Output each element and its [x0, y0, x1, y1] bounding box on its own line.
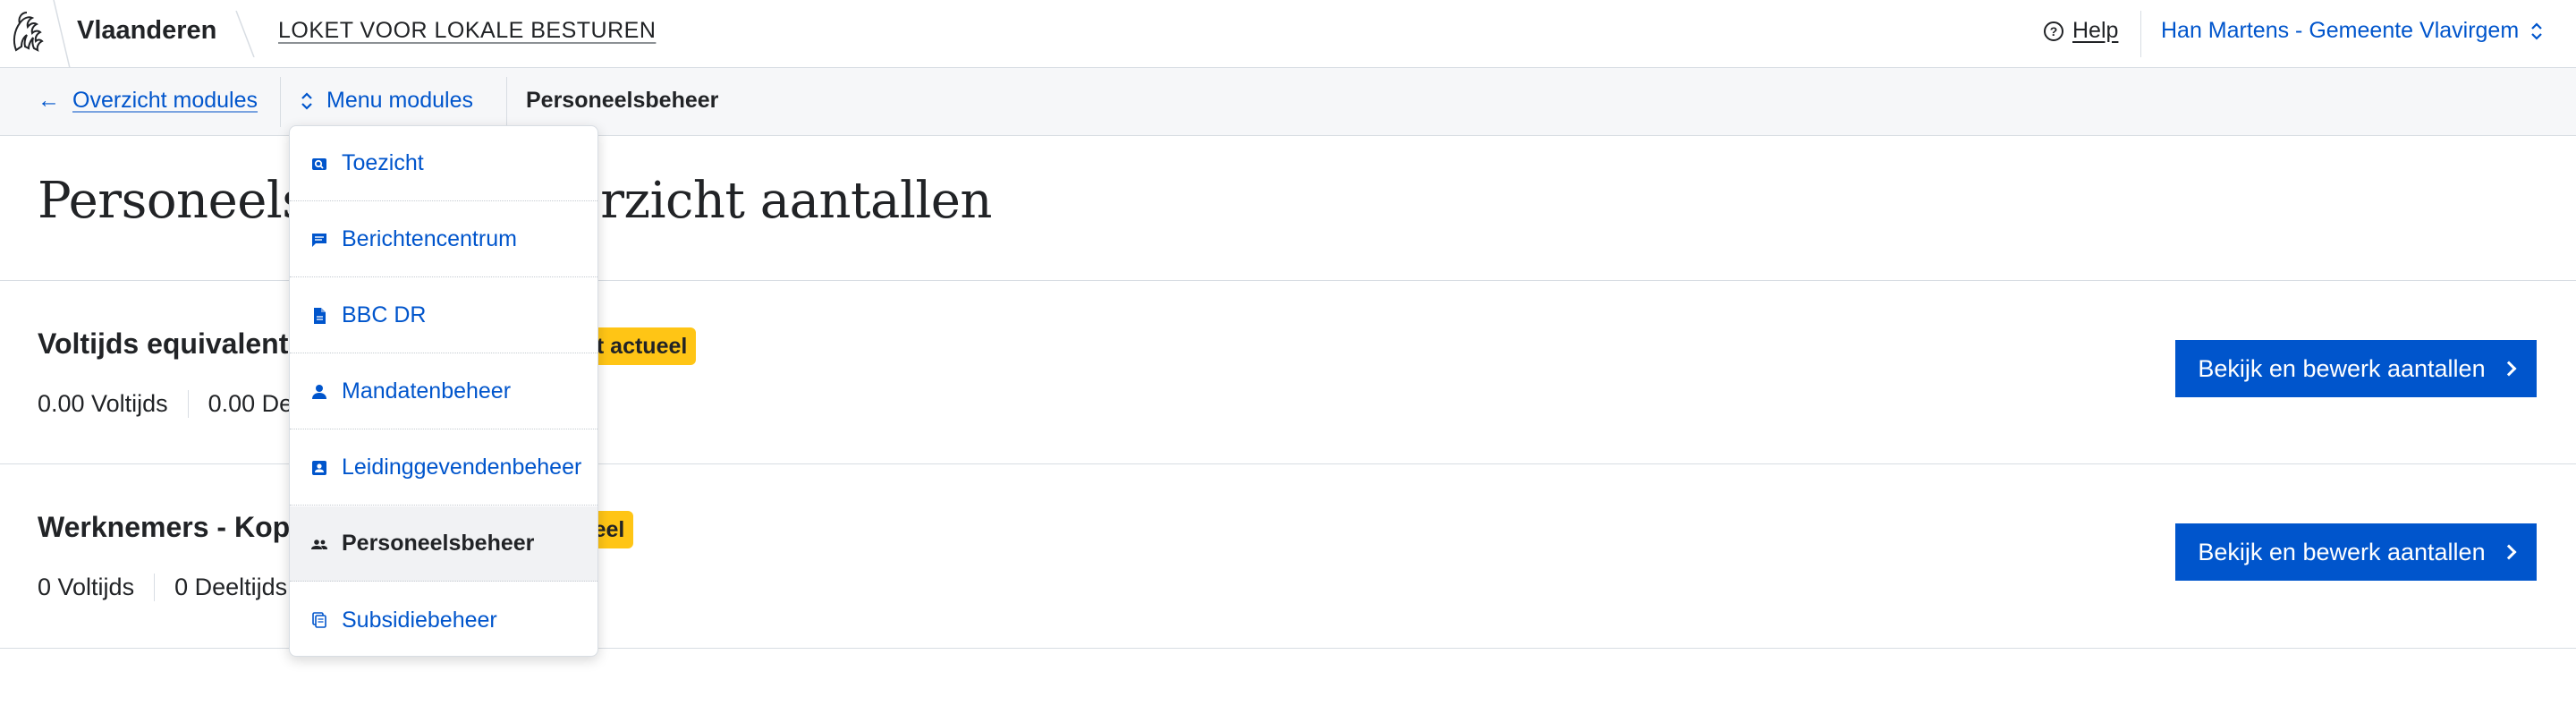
copy-icon [309, 610, 329, 630]
menu-item-subsidiebeheer[interactable]: Subsidiebeheer [290, 582, 597, 656]
button-label: Bekijk en bewerk aantallen [2198, 538, 2486, 565]
stat-fulltime: 0 Voltijds [38, 574, 135, 600]
document-icon [309, 306, 329, 326]
global-header: Vlaanderen LOKET VOOR LOKALE BESTUREN ? … [0, 0, 2576, 68]
flemish-lion-logo-icon [13, 12, 44, 52]
menu-item-label: Subsidiebeheer [342, 607, 497, 633]
view-edit-counts-button[interactable]: Bekijk en bewerk aantallen [2175, 340, 2537, 397]
account-switcher[interactable]: Han Martens - Gemeente Vlavirgem [2161, 18, 2544, 44]
chevron-right-icon [2501, 361, 2517, 377]
menu-item-label: Berichtencentrum [342, 226, 517, 251]
search-document-icon [309, 154, 329, 174]
brand-divider [235, 11, 255, 57]
user-icon [309, 382, 329, 402]
menu-item-label: Toezicht [342, 150, 424, 175]
menu-item-toezicht[interactable]: Toezicht [290, 126, 597, 201]
users-icon [309, 534, 329, 554]
overview-modules-link[interactable]: ← Overzicht modules [38, 88, 258, 114]
modules-dropdown-menu: Toezicht Berichtencentrum BBC DR Mandate… [289, 125, 598, 657]
menu-item-label: Leidinggevendenbeheer [342, 455, 582, 480]
message-icon [309, 230, 329, 250]
sort-arrows-icon [2531, 21, 2542, 40]
menu-modules-toggle[interactable]: Menu modules [300, 88, 473, 114]
view-edit-counts-button[interactable]: Bekijk en bewerk aantallen [2175, 523, 2537, 581]
app-title-link[interactable]: LOKET VOOR LOKALE BESTUREN [278, 18, 656, 44]
menu-modules-label: Menu modules [326, 88, 473, 113]
button-label: Bekijk en bewerk aantallen [2198, 354, 2486, 382]
arrow-left-icon: ← [38, 88, 60, 113]
help-label: Help [2072, 18, 2119, 43]
section-title: Voltijds equivalenten [38, 327, 322, 360]
menu-item-personeelsbeheer[interactable]: Personeelsbeheer [290, 506, 597, 582]
account-label: Han Martens - Gemeente Vlavirgem [2161, 18, 2520, 43]
menu-item-label: Mandatenbeheer [342, 378, 512, 404]
stat-fulltime: 0.00 Voltijds [38, 390, 168, 417]
menu-item-mandatenbeheer[interactable]: Mandatenbeheer [290, 354, 597, 429]
brand-divider [53, 0, 71, 68]
menu-item-label: Personeelsbeheer [342, 531, 535, 556]
menu-item-bbc-dr[interactable]: BBC DR [290, 278, 597, 353]
chevron-right-icon [2501, 544, 2517, 560]
contact-card-icon [309, 458, 329, 478]
menu-item-berichtencentrum[interactable]: Berichtencentrum [290, 202, 597, 277]
brand-name: Vlaanderen [77, 16, 217, 45]
nav-divider [280, 77, 281, 127]
header-divider [2140, 11, 2141, 57]
menu-item-label: BBC DR [342, 302, 427, 327]
stat-parttime: 0 Deeltijds [154, 574, 307, 601]
stats-row: 0 Voltijds 0 Deeltijds [38, 574, 307, 601]
nav-divider [506, 77, 507, 127]
sort-arrows-icon [301, 91, 312, 110]
help-link[interactable]: ? Help [2044, 18, 2118, 44]
menu-item-leidinggevendenbeheer[interactable]: Leidinggevendenbeheer [290, 430, 597, 506]
overview-modules-label: Overzicht modules [72, 88, 258, 113]
current-module-label: Personeelsbeheer [526, 88, 719, 113]
help-circle-icon: ? [2044, 21, 2063, 41]
